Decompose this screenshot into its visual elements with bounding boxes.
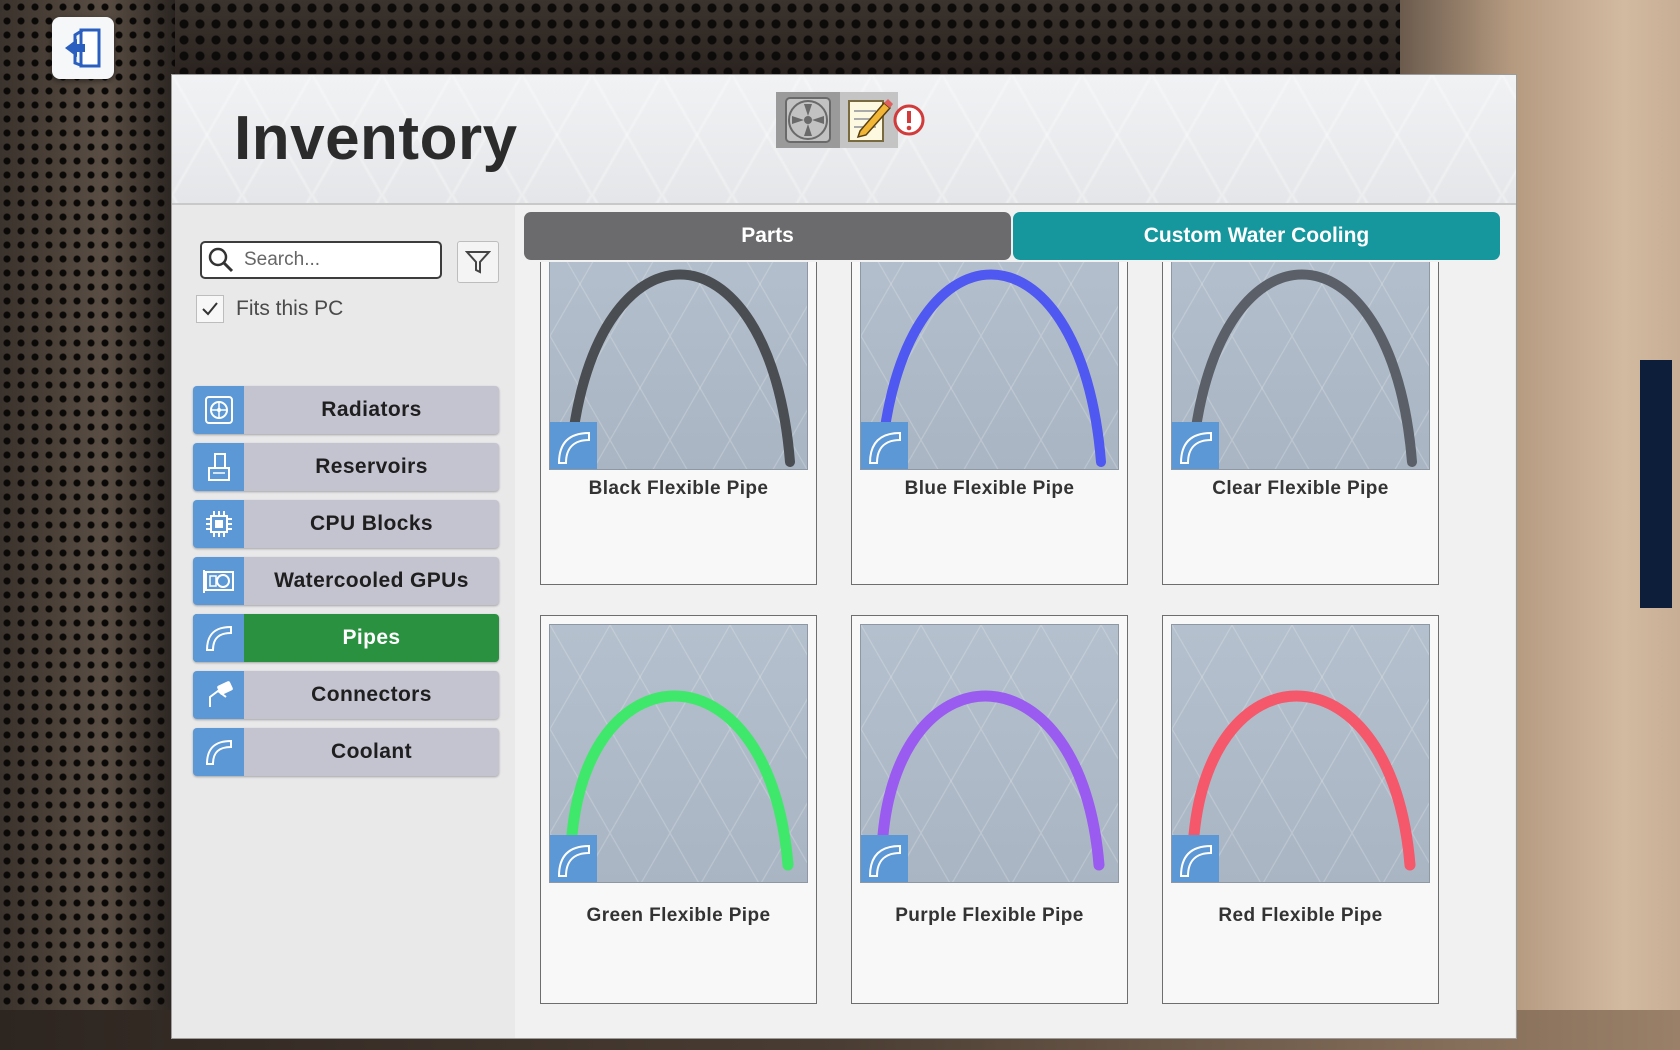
category-pipes[interactable]: Pipes <box>193 614 499 662</box>
item-card[interactable]: Clear Flexible Pipe <box>1162 262 1439 585</box>
item-thumbnail <box>1171 262 1430 470</box>
fits-this-pc-checkbox[interactable] <box>196 295 224 323</box>
pipe-badge-icon <box>1172 422 1219 469</box>
item-name: Red Flexible Pipe <box>1218 905 1383 926</box>
header-tabs <box>776 92 926 148</box>
category-connectors[interactable]: Connectors <box>193 671 499 719</box>
sidebar: Fits this PC Radiators Reservoirs CPU Bl… <box>172 205 515 1038</box>
cpu-block-icon <box>193 500 244 548</box>
search-input[interactable] <box>242 248 426 272</box>
category-label: Radiators <box>321 398 422 421</box>
category-label: Pipes <box>342 626 401 649</box>
pipe-icon <box>193 614 244 662</box>
item-card[interactable]: Green Flexible Pipe <box>540 615 817 1004</box>
item-thumbnail <box>549 262 808 470</box>
fits-this-pc-filter[interactable]: Fits this PC <box>196 295 343 323</box>
tab-parts[interactable]: Parts <box>524 212 1011 260</box>
category-watercooled-gpus[interactable]: Watercooled GPUs <box>193 557 499 605</box>
item-name: Clear Flexible Pipe <box>1212 478 1389 499</box>
item-card[interactable]: Purple Flexible Pipe <box>851 615 1128 1004</box>
item-name: Green Flexible Pipe <box>586 905 771 926</box>
pipe-shape <box>1187 269 1417 467</box>
notes-tab[interactable] <box>840 92 898 148</box>
category-cpu-blocks[interactable]: CPU Blocks <box>193 500 499 548</box>
pipe-shape <box>566 690 794 871</box>
alert-icon <box>893 104 925 136</box>
filter-icon <box>465 251 491 274</box>
radiator-icon <box>193 386 244 434</box>
item-grid: Black Flexible Pipe Blue Flexible Pipe C… <box>515 262 1515 1038</box>
notepad-icon <box>848 99 893 142</box>
item-thumbnail <box>860 262 1119 470</box>
fan-tab[interactable] <box>776 92 840 148</box>
item-name: Purple Flexible Pipe <box>895 905 1084 926</box>
tab-custom-water-cooling[interactable]: Custom Water Cooling <box>1013 212 1500 260</box>
checkmark-icon <box>202 302 218 316</box>
category-label: CPU Blocks <box>309 512 434 535</box>
item-thumbnail <box>549 624 808 883</box>
search-icon <box>208 247 234 273</box>
content-area: Parts Custom Water Cooling Black Flexibl… <box>515 205 1672 1038</box>
exit-button[interactable] <box>52 17 114 79</box>
pipe-badge-icon <box>861 422 908 469</box>
background-case-left <box>0 0 175 1050</box>
item-name: Blue Flexible Pipe <box>904 478 1075 499</box>
category-coolant[interactable]: Coolant <box>193 728 499 776</box>
category-label: Connectors <box>311 683 432 706</box>
pipe-badge-icon <box>550 835 597 882</box>
search-box[interactable] <box>200 241 442 279</box>
pipe-badge-icon <box>861 835 908 882</box>
fits-this-pc-label: Fits this PC <box>236 297 344 320</box>
pipe-shape <box>565 269 795 467</box>
category-list: Radiators Reservoirs CPU Blocks Watercoo… <box>193 386 499 785</box>
item-card[interactable]: Black Flexible Pipe <box>540 262 817 585</box>
fan-icon <box>785 97 831 143</box>
page-title: Inventory <box>234 104 518 173</box>
pipe-shape <box>876 269 1106 467</box>
category-reservoirs[interactable]: Reservoirs <box>193 443 499 491</box>
pipe-shape <box>877 690 1105 871</box>
item-card[interactable]: Blue Flexible Pipe <box>851 262 1128 585</box>
reservoir-icon <box>193 443 244 491</box>
category-label: Watercooled GPUs <box>274 569 469 592</box>
exit-icon <box>65 28 101 68</box>
pipe-badge-icon <box>1172 835 1219 882</box>
item-card[interactable]: Red Flexible Pipe <box>1162 615 1439 1004</box>
coolant-icon <box>193 728 244 776</box>
scrollbar-thumb[interactable] <box>1640 360 1672 608</box>
category-label: Reservoirs <box>315 455 428 478</box>
category-radiators[interactable]: Radiators <box>193 386 499 434</box>
tab-bar: Parts Custom Water Cooling <box>524 212 1500 260</box>
pipe-badge-icon <box>550 422 597 469</box>
item-thumbnail <box>1171 624 1430 883</box>
inventory-panel: Inventory Search... Fits this PC Radiato… <box>171 74 1672 1039</box>
gpu-icon <box>193 557 244 605</box>
item-thumbnail <box>860 624 1119 883</box>
panel-header: Inventory <box>172 75 1516 205</box>
filter-button[interactable] <box>457 241 499 283</box>
category-label: Coolant <box>331 740 412 763</box>
connector-icon <box>193 671 244 719</box>
pipe-shape <box>1188 690 1416 871</box>
item-name: Black Flexible Pipe <box>588 478 769 499</box>
